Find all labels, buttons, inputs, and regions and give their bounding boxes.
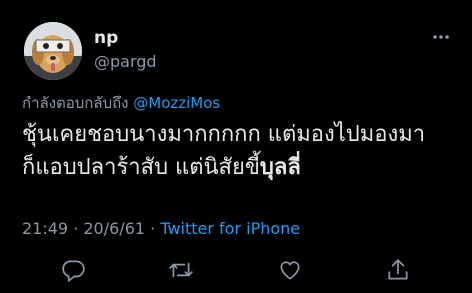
display-name[interactable]: np <box>94 28 118 48</box>
tweet-text-line-1: ชุ้นเคยชอบนางมากกกกก แต่มองไปมองมา <box>22 122 426 147</box>
dog-avatar-image <box>24 22 82 80</box>
tweet-source-link[interactable]: Twitter for iPhone <box>160 219 300 238</box>
tweet-text: ชุ้นเคยชอบนางมากกกกก แต่มองไปมองมา ก็แอบ… <box>22 118 462 184</box>
reply-context: กำลังตอบกลับถึง @MozziMos <box>22 91 220 115</box>
meta-separator: · <box>68 219 84 238</box>
avatar[interactable] <box>24 22 82 80</box>
tweet-date[interactable]: 20/6/61 <box>83 219 145 238</box>
reply-context-prefix: กำลังตอบกลับถึง <box>22 94 134 112</box>
share-icon[interactable] <box>385 257 411 283</box>
user-handle[interactable]: @pargd <box>94 52 157 71</box>
tweet-text-line-2: ก็แอบปลาร้าสับ แต่นิสัยขี้บุลลี่ <box>22 151 462 184</box>
reply-icon[interactable] <box>60 257 86 283</box>
reply-mention-link[interactable]: @MozziMos <box>133 94 220 112</box>
tweet-text-line-2-regular: ก็แอบปลาร้าสับ แต่นิสัยขี้ <box>22 155 260 180</box>
meta-separator: · <box>145 219 161 238</box>
tweet-text-line-2-bold: บุลลี่ <box>259 155 301 180</box>
tweet-meta: 21:49 · 20/6/61 · Twitter for iPhone <box>22 219 300 238</box>
retweet-icon[interactable] <box>168 257 194 283</box>
tweet: np @pargd กำลังตอบกลับถึง @MozziMos ชุ้น… <box>0 0 472 293</box>
like-icon[interactable] <box>277 257 303 283</box>
tweet-time[interactable]: 21:49 <box>22 219 68 238</box>
more-icon[interactable] <box>431 27 451 47</box>
